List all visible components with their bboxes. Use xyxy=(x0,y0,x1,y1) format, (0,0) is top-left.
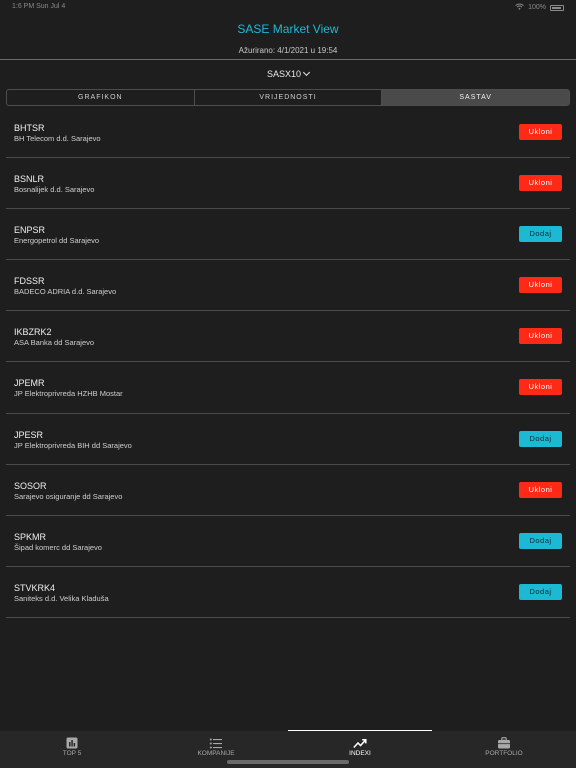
composition-list: BHTSR BH Telecom d.d. Sarajevo Ukloni BS… xyxy=(6,107,570,618)
list-item: BSNLR Bosnalijek d.d. Sarajevo Ukloni xyxy=(6,158,570,210)
status-bar: 1:6 PM Sun Jul 4 100% xyxy=(0,0,576,14)
stock-symbol: IKBZRK2 xyxy=(14,327,52,338)
wifi-icon xyxy=(515,3,524,12)
remove-button[interactable]: Ukloni xyxy=(519,124,562,140)
company-name: Bosnalijek d.d. Sarajevo xyxy=(14,185,95,195)
index-selector-label: SASX10 xyxy=(266,69,302,79)
stock-symbol: FDSSR xyxy=(14,276,45,287)
segmented-control: GRAFIKON VRIJEDNOSTI SASTAV xyxy=(6,89,570,106)
stock-symbol: JPEMR xyxy=(14,378,45,389)
tab-label: INDEXI xyxy=(349,750,371,757)
list-item: SPKMR Šipad komerc dd Sarajevo Dodaj xyxy=(6,516,570,567)
list-item: STVKRK4 Saniteks d.d. Velika Kladuša Dod… xyxy=(6,567,570,618)
remove-button[interactable]: Ukloni xyxy=(519,328,562,345)
tab-portfolio[interactable]: PORTFOLIO xyxy=(432,731,576,768)
stock-symbol: BSNLR xyxy=(14,174,45,185)
chevron-down-icon xyxy=(302,68,311,77)
remove-button[interactable]: Ukloni xyxy=(519,379,562,396)
company-name: BADECO ADRIA d.d. Sarajevo xyxy=(14,287,117,297)
remove-button[interactable]: Ukloni xyxy=(519,481,562,498)
add-button[interactable]: Dodaj xyxy=(519,583,562,600)
segment-grafikon[interactable]: GRAFIKON xyxy=(7,90,195,105)
list-item: JPESR JP Elektroprivreda BIH dd Sarajevo… xyxy=(6,414,570,465)
tab-top5[interactable]: TOP 5 xyxy=(0,731,144,768)
list-item: ENPSR Energopetrol dd Sarajevo Dodaj xyxy=(6,209,570,261)
remove-button[interactable]: Ukloni xyxy=(519,175,562,192)
stock-symbol: STVKRK4 xyxy=(14,582,56,593)
list-item: JPEMR JP Elektroprivreda HZHB Mostar Ukl… xyxy=(6,362,570,414)
tab-label: PORTFOLIO xyxy=(485,750,523,757)
home-indicator xyxy=(227,760,349,764)
company-name: JP Elektroprivreda HZHB Mostar xyxy=(14,389,123,399)
battery-percent: 100% xyxy=(528,4,546,11)
list-item: IKBZRK2 ASA Banka dd Sarajevo Ukloni xyxy=(6,311,570,363)
add-button[interactable]: Dodaj xyxy=(519,532,562,549)
remove-button[interactable]: Ukloni xyxy=(519,277,562,294)
company-name: ASA Banka dd Sarajevo xyxy=(14,338,95,348)
status-right: 100% xyxy=(515,3,564,12)
tab-label: TOP 5 xyxy=(62,750,82,757)
company-name: Energopetrol dd Sarajevo xyxy=(14,236,100,246)
header-divider xyxy=(0,59,576,60)
last-updated: Ažurirano: 4/1/2021 u 19:54 xyxy=(238,46,338,55)
segment-vrijednosti[interactable]: VRIJEDNOSTI xyxy=(195,90,383,105)
company-name: Šipad komerc dd Sarajevo xyxy=(14,542,102,552)
company-name: BH Telecom d.d. Sarajevo xyxy=(14,134,101,143)
status-time: 1:6 PM Sun Jul 4 xyxy=(12,3,66,10)
list-item: SOSOR Sarajevo osiguranje dd Sarajevo Uk… xyxy=(6,465,570,516)
segment-sastav[interactable]: SASTAV xyxy=(382,90,569,105)
stock-symbol: SOSOR xyxy=(14,480,47,491)
company-name: JP Elektroprivreda BIH dd Sarajevo xyxy=(14,440,132,450)
list-item: FDSSR BADECO ADRIA d.d. Sarajevo Ukloni xyxy=(6,260,570,312)
company-name: Sarajevo osiguranje dd Sarajevo xyxy=(14,491,123,501)
company-name: Saniteks d.d. Velika Kladuša xyxy=(14,593,109,603)
add-button[interactable]: Dodaj xyxy=(519,430,562,447)
stock-symbol: SPKMR xyxy=(14,531,47,542)
tab-label: KOMPANIJE xyxy=(197,750,235,757)
add-button[interactable]: Dodaj xyxy=(519,226,562,243)
stock-symbol: ENPSR xyxy=(14,225,46,236)
app-title: SASE Market View xyxy=(237,22,339,36)
stock-symbol: BHTSR xyxy=(14,123,45,133)
battery-icon xyxy=(550,4,564,11)
stock-symbol: JPESR xyxy=(14,429,44,440)
list-item: BHTSR BH Telecom d.d. Sarajevo Ukloni xyxy=(6,107,570,159)
index-selector[interactable]: SASX10 xyxy=(0,68,576,79)
